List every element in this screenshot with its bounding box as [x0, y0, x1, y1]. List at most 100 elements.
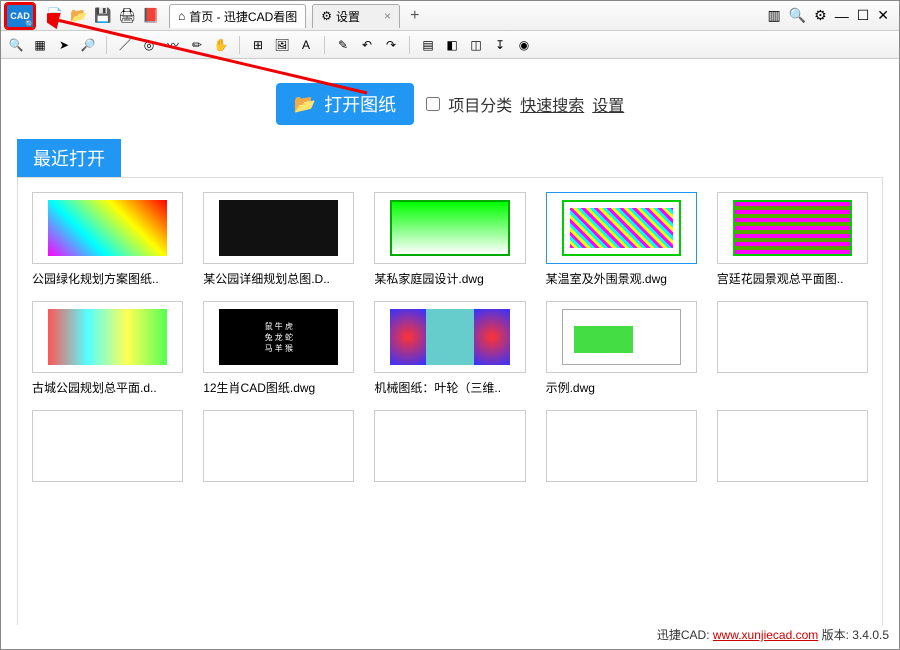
window-controls: ▥ 🔍 ⚙ — ☐ ✕ [767, 7, 895, 24]
file-cell[interactable]: 某私家庭园设计.dwg [374, 192, 525, 287]
home-icon: ⌂ [178, 9, 185, 23]
pdf-icon[interactable]: 📕 [142, 7, 160, 25]
file-name: 12生肖CAD图纸.dwg [203, 379, 354, 396]
folder-icon: 📂 [294, 94, 316, 115]
separator [106, 36, 107, 54]
file-thumbnail[interactable] [374, 192, 525, 264]
file-thumbnail[interactable] [32, 301, 183, 373]
grid-icon[interactable]: ⊞ [249, 36, 267, 54]
file-cell[interactable]: 某公园详细规划总图.D.. [203, 192, 354, 287]
file-thumbnail[interactable] [374, 301, 525, 373]
cube-outline-icon[interactable]: ◫ [467, 36, 485, 54]
text-icon[interactable]: A [297, 36, 315, 54]
quick-links: 项目分类 快速搜索 设置 [426, 92, 624, 116]
file-cell[interactable]: 古城公园规划总平面.d.. [32, 301, 183, 396]
open-folder-icon[interactable]: 📂 [70, 7, 88, 25]
eraser-icon[interactable]: ✎ [334, 36, 352, 54]
file-name: 机械图纸：叶轮（三维.. [374, 379, 525, 396]
project-category-checkbox[interactable] [426, 97, 440, 111]
titlebar: CAD 📄 📂 💾 🖨 📕 ⌂ 首页 - 迅捷CAD看图 ⚙ 设置 × + ▥ … [1, 1, 899, 31]
print-icon[interactable]: 🖨 [118, 7, 136, 25]
footer-version: 3.4.0.5 [852, 628, 889, 642]
open-button-label: 打开图纸 [324, 91, 396, 117]
pick-icon[interactable]: ➤ [55, 36, 73, 54]
main-content: 📂 打开图纸 项目分类 快速搜索 设置 最近打开 公园绿化规划方案图纸..某公园… [1, 59, 899, 625]
sort-icon[interactable]: ↧ [491, 36, 509, 54]
file-cell [374, 410, 525, 482]
thumbnail-art [390, 309, 509, 365]
thumbnail-art [562, 309, 681, 365]
quick-search-link[interactable]: 快速搜索 [520, 92, 584, 116]
new-tab-button[interactable]: + [406, 7, 423, 25]
file-cell[interactable]: 机械图纸：叶轮（三维.. [374, 301, 525, 396]
file-cell[interactable]: 公园绿化规划方案图纸.. [32, 192, 183, 287]
curve-icon[interactable]: 〰 [164, 36, 182, 54]
tab-settings[interactable]: ⚙ 设置 × [312, 4, 400, 28]
file-thumbnail [32, 410, 183, 482]
line-icon[interactable]: ／ [116, 36, 134, 54]
layers-icon[interactable]: ▥ [767, 7, 780, 24]
tool-toolbar: 🔍 ▦ ➤ 🔎 ／ ◎ 〰 ✏ ✋ ⊞ 🖼 A ✎ ↶ ↷ ▤ ◧ ◫ ↧ ◉ [1, 31, 899, 59]
zoom-in-icon[interactable]: 🔍 [7, 36, 25, 54]
file-name: 宫廷花园景观总平面图.. [717, 270, 868, 287]
file-cell [717, 410, 868, 482]
project-category-label: 项目分类 [448, 92, 512, 116]
save-icon[interactable]: 💾 [94, 7, 112, 25]
file-name: 某私家庭园设计.dwg [374, 270, 525, 287]
close-icon[interactable]: ✕ [877, 7, 889, 24]
file-thumbnail[interactable] [546, 192, 697, 264]
recent-grid: 公园绿化规划方案图纸.. 某公园详细规划总图.D.. 某私家庭园设计.dwg 某温室及… [17, 177, 883, 625]
separator [409, 36, 410, 54]
thumbnail-art: 鼠 牛 虎 兔 龙 蛇 马 羊 猴 [219, 309, 338, 365]
file-cell [203, 410, 354, 482]
app-logo-icon[interactable]: CAD [5, 3, 35, 29]
file-name: 公园绿化规划方案图纸.. [32, 270, 183, 287]
thumbnail-art [562, 200, 681, 256]
gear-icon: ⚙ [321, 9, 332, 23]
fit-icon[interactable]: 🔎 [79, 36, 97, 54]
image-icon[interactable]: 🖼 [273, 36, 291, 54]
thumbnail-art [48, 309, 167, 365]
gear-icon[interactable]: ⚙ [814, 7, 827, 24]
maximize-icon[interactable]: ☐ [857, 7, 870, 24]
close-icon[interactable]: × [384, 9, 391, 23]
open-drawing-button[interactable]: 📂 打开图纸 [276, 83, 414, 125]
layer-box-icon[interactable]: ▤ [419, 36, 437, 54]
tab-home-label: 首页 - 迅捷CAD看图 [189, 8, 297, 25]
file-cell [546, 410, 697, 482]
settings-link[interactable]: 设置 [592, 92, 624, 116]
new-file-icon[interactable]: 📄 [46, 7, 64, 25]
pan-icon[interactable]: ✋ [212, 36, 230, 54]
file-name: 示例.dwg [546, 379, 697, 396]
file-cell[interactable]: 宫廷花园景观总平面图.. [717, 192, 868, 287]
footer-brand: 迅捷CAD: [657, 628, 710, 642]
tab-home[interactable]: ⌂ 首页 - 迅捷CAD看图 [169, 4, 306, 28]
color-wheel-icon[interactable]: ◉ [515, 36, 533, 54]
zoom-icon[interactable]: 🔍 [789, 7, 806, 24]
file-thumbnail[interactable] [717, 192, 868, 264]
minimize-icon[interactable]: — [835, 8, 849, 24]
file-thumbnail[interactable] [546, 301, 697, 373]
file-thumbnail[interactable]: 鼠 牛 虎 兔 龙 蛇 马 羊 猴 [203, 301, 354, 373]
file-cell[interactable]: 示例.dwg [546, 301, 697, 396]
file-thumbnail [203, 410, 354, 482]
undo-icon[interactable]: ↶ [358, 36, 376, 54]
redo-icon[interactable]: ↷ [382, 36, 400, 54]
file-cell [32, 410, 183, 482]
footer-version-label: 版本: [822, 628, 849, 642]
thumbnail-art [390, 200, 509, 256]
file-name: 某公园详细规划总图.D.. [203, 270, 354, 287]
file-thumbnail[interactable] [32, 192, 183, 264]
cube-icon[interactable]: ◧ [443, 36, 461, 54]
file-cell[interactable]: 某温室及外围景观.dwg [546, 192, 697, 287]
tab-settings-label: 设置 [336, 8, 360, 25]
file-cell[interactable]: 鼠 牛 虎 兔 龙 蛇 马 羊 猴 12生肖CAD图纸.dwg [203, 301, 354, 396]
file-thumbnail [717, 301, 868, 373]
select-marquee-icon[interactable]: ▦ [31, 36, 49, 54]
separator [324, 36, 325, 54]
circle-target-icon[interactable]: ◎ [140, 36, 158, 54]
file-name: 某温室及外围景观.dwg [546, 270, 697, 287]
edit-pencil-icon[interactable]: ✏ [188, 36, 206, 54]
file-thumbnail[interactable] [203, 192, 354, 264]
footer-url-link[interactable]: www.xunjiecad.com [713, 628, 818, 642]
